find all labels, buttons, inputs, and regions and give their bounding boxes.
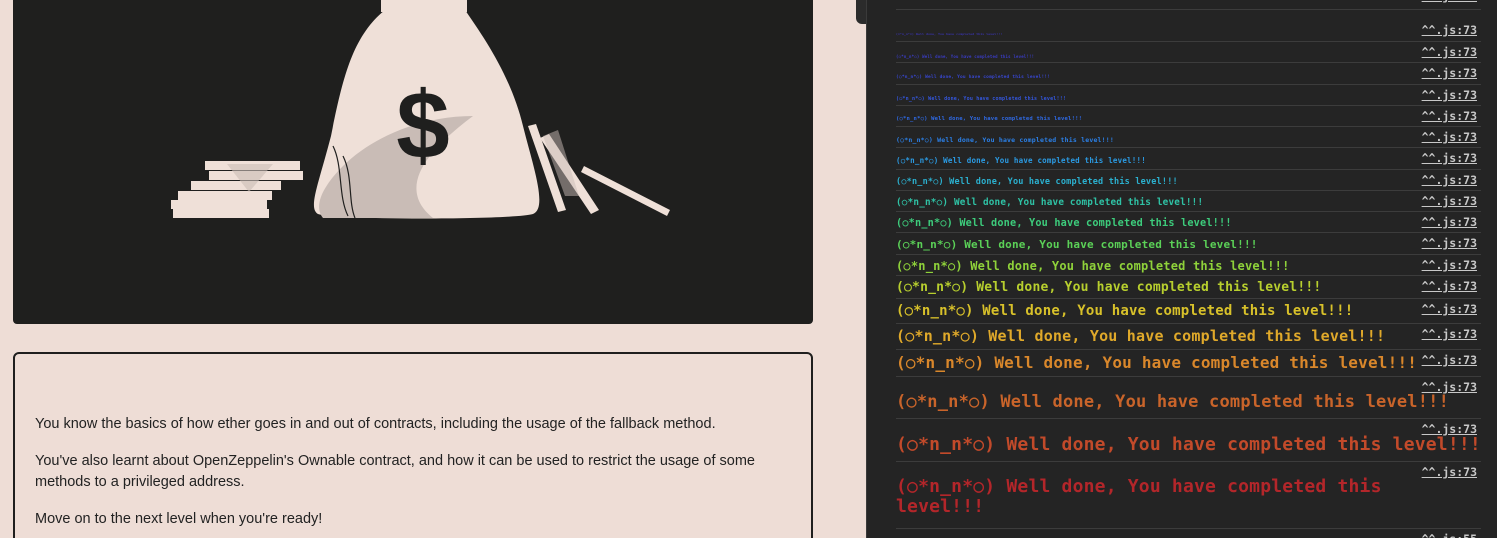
console-message-row: (○*n_n*○) Well done, You have completed … — [896, 299, 1481, 324]
console-message-row: (○*n_n*○) Well done, You have completed … — [896, 63, 1481, 85]
console-message-text: (○*n_n*○) Well done, You have completed … — [896, 238, 1258, 251]
money-bag: $ — [313, 0, 540, 219]
console-message-row: (○*n_n*○) Well done, You have completed … — [896, 42, 1481, 63]
console-message-text: (○*n_n*○) Well done, You have completed … — [896, 280, 1322, 295]
level-complete-text: You know the basics of how ether goes in… — [35, 416, 716, 432]
console-source-link[interactable]: ^^.js:73 — [1422, 465, 1477, 479]
console-source-link[interactable]: ^^.js:55 — [1422, 532, 1477, 538]
console-source-link[interactable]: ^^.js:73 — [1422, 422, 1477, 436]
console-source-link[interactable]: ^^.js:73 — [1422, 215, 1477, 229]
console-message-text: (○*n_n*○) Well done, You have completed … — [896, 434, 1481, 455]
console-message-text: (○*n_n*○) Well done, You have completed … — [896, 32, 1003, 36]
console-source-link[interactable]: ^^.js:73 — [1422, 109, 1477, 123]
console-source-link[interactable]: ^^.js:73 — [1422, 88, 1477, 102]
console-message-row: (○*n_n*○) Well done, You have completed … — [896, 170, 1481, 191]
console-source-link[interactable]: ^^.js:73 — [1422, 327, 1477, 341]
console-source-link[interactable]: ^^.js:73 — [1422, 0, 1477, 3]
money-bag-icon: $ — [171, 0, 670, 219]
console-message-text: (○*n_n*○) Well done, You have completed … — [896, 136, 1115, 144]
console-message-text: (○*n_n*○) Well done, You have completed … — [896, 116, 1083, 122]
console-source-link[interactable]: ^^.js:73 — [1422, 236, 1477, 250]
console-message-row: (○*n_n*○) Well done, You have completed … — [896, 20, 1481, 42]
console-message-text: (○*n_n*○) Well done, You have completed … — [896, 327, 1386, 345]
console-source-link[interactable]: ^^.js:73 — [1422, 380, 1477, 394]
console-message-row: (○*n_n*○) Well done, You have completed … — [896, 462, 1481, 529]
console-source-link[interactable]: ^^.js:73 — [1422, 279, 1477, 293]
console-message-row: (○*n_n*○) Well done, You have completed … — [896, 350, 1481, 377]
console-message-text: (○*n_n*○) Well done, You have completed … — [896, 156, 1146, 165]
console-source-link[interactable]: ^^.js:73 — [1422, 173, 1477, 187]
fallen-coins — [528, 124, 670, 216]
console-message-row: (○*n_n*○) Well done, You have completed … — [896, 191, 1481, 212]
console-message-text: (○*n_n*○) Well done, You have completed … — [896, 177, 1178, 187]
console-message-text: (○*n_n*○) Well done, You have completed … — [896, 54, 1035, 59]
console-message-row: (○*n_n*○) Well done, You have completed … — [896, 85, 1481, 106]
level-complete-text: Move on to the next level when you're re… — [35, 511, 323, 527]
level-hero-image: $ — [13, 0, 813, 324]
svg-text:$: $ — [396, 72, 449, 179]
console-message-text: (○*n_n*○) Well done, You have completed … — [896, 96, 1067, 102]
console-message-text: (○*n_n*○) Well done, You have completed … — [896, 392, 1450, 412]
console-message-text: (○*n_n*○) Well done, You have completed … — [896, 75, 1051, 80]
coin-stack-illustration — [171, 161, 303, 218]
console-message-row: (○*n_n*○) Well done, You have completed … — [896, 276, 1481, 299]
console-source-link[interactable]: ^^.js:73 — [1422, 302, 1477, 316]
console-message-text: (○*n_n*○) Well done, You have completed … — [896, 476, 1382, 517]
console-source-link[interactable]: ^^.js:73 — [1422, 194, 1477, 208]
console-message-text: (○*n_n*○) Well done, You have completed … — [896, 259, 1290, 273]
console-message-text: (○*n_n*○) Well done, You have completed … — [896, 197, 1204, 208]
devtools-console[interactable]: ^^.js:73(○*n_n*○) Well done, You have co… — [866, 0, 1497, 538]
console-message-text: (○*n_n*○) Well done, You have completed … — [896, 218, 1232, 229]
console-source-link[interactable]: ^^.js:73 — [1422, 23, 1477, 37]
console-message-row: (○*n_n*○) Well done, You have completed … — [896, 233, 1481, 255]
console-message-row: ^^.js:73 — [896, 0, 1481, 10]
level-complete-text: You've also learnt about OpenZeppelin's … — [35, 453, 755, 490]
console-source-link[interactable]: ^^.js:73 — [1422, 353, 1477, 367]
console-message-row: (○*n_n*○) Well done, You have completed … — [896, 377, 1481, 419]
console-message-text: (○*n_n*○) Well done, You have completed … — [896, 303, 1354, 319]
console-message-row: (○*n_n*○) Well done, You have completed … — [896, 148, 1481, 170]
console-message-row: (○*n_n*○) Well done, You have completed … — [896, 419, 1481, 462]
level-complete-panel: You know the basics of how ether goes in… — [13, 352, 813, 538]
console-message-row: (○*n_n*○) Well done, You have completed … — [896, 212, 1481, 233]
console-message-text: (○*n_n*○) Well done, You have completed … — [896, 353, 1418, 372]
console-message-row: (○*n_n*○) Well done, You have completed … — [896, 255, 1481, 276]
console-message-row: ^^.js:55 — [896, 529, 1481, 538]
console-source-link[interactable]: ^^.js:73 — [1422, 258, 1477, 272]
console-source-link[interactable]: ^^.js:73 — [1422, 66, 1477, 80]
console-source-link[interactable]: ^^.js:73 — [1422, 151, 1477, 165]
console-message-row: (○*n_n*○) Well done, You have completed … — [896, 106, 1481, 127]
console-message-row: (○*n_n*○) Well done, You have completed … — [896, 127, 1481, 148]
console-message-row: (○*n_n*○) Well done, You have completed … — [896, 324, 1481, 350]
console-source-link[interactable]: ^^.js:73 — [1422, 130, 1477, 144]
console-source-link[interactable]: ^^.js:73 — [1422, 45, 1477, 59]
